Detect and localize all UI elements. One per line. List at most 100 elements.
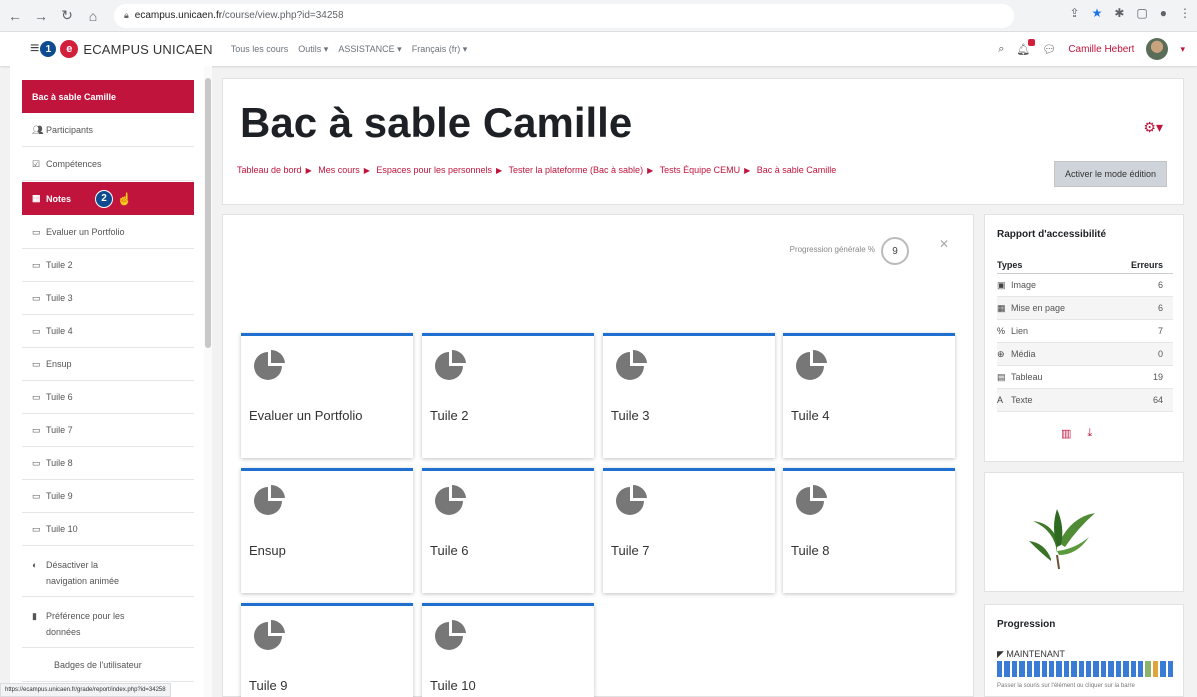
course-tile[interactable]: Tuile 2 bbox=[422, 333, 594, 458]
address-bar[interactable]: 🔒︎ ecampus.unicaen.fr/course/view.php?id… bbox=[114, 3, 1014, 28]
breadcrumb-link[interactable]: Bac à sable Camille bbox=[757, 165, 837, 175]
drawer-user-badges[interactable]: Badges de l'utilisateur bbox=[22, 649, 194, 682]
drawer-item-section[interactable]: ▭ Tuile 3 bbox=[22, 282, 194, 315]
table-row[interactable]: ▣ Image 6 bbox=[997, 273, 1173, 297]
browser-menu-icon[interactable]: ⋮ bbox=[1179, 6, 1191, 20]
menu-all-courses[interactable]: Tous les cours bbox=[231, 44, 289, 55]
progress-bar[interactable] bbox=[997, 661, 1174, 677]
forward-icon[interactable]: → bbox=[30, 8, 52, 24]
drawer-item-section[interactable]: ▭ Evaluer un Portfolio bbox=[22, 216, 194, 249]
extensions-icon[interactable]: ✱ bbox=[1114, 6, 1124, 20]
progress-segment[interactable] bbox=[1093, 661, 1099, 677]
download-icon[interactable]: ⤓ bbox=[1087, 427, 1092, 440]
site-name[interactable]: ECAMPUS UNICAEN bbox=[83, 42, 212, 57]
menu-language[interactable]: Français (fr) ▾ bbox=[412, 44, 468, 55]
breadcrumb-link[interactable]: Tester la plateforme (Bac à sable) bbox=[509, 165, 644, 175]
course-tile[interactable]: Tuile 6 bbox=[422, 468, 594, 593]
progress-segment[interactable] bbox=[1115, 661, 1122, 677]
breadcrumb-separator-icon: ▶ bbox=[647, 166, 654, 175]
folder-icon: ▭ bbox=[32, 259, 41, 270]
progress-segment[interactable] bbox=[1026, 661, 1033, 677]
drawer-item-notes[interactable]: ▦ Notes 2 ☝ bbox=[22, 182, 194, 215]
menu-assistance[interactable]: ASSISTANCE ▾ bbox=[338, 44, 401, 55]
drawer-item-competences[interactable]: ☑ Compétences bbox=[22, 148, 194, 181]
drawer-item-section[interactable]: ▭ Ensup bbox=[22, 348, 194, 381]
progress-segment[interactable] bbox=[1019, 661, 1025, 677]
progress-segment[interactable] bbox=[1145, 661, 1151, 677]
table-row[interactable]: ⊕ Média 0 bbox=[997, 342, 1173, 366]
bookmark-star-icon[interactable]: ★ bbox=[1092, 6, 1103, 20]
progress-segment[interactable] bbox=[1152, 661, 1159, 677]
menu-tools[interactable]: Outils ▾ bbox=[298, 44, 328, 55]
back-icon[interactable]: ← bbox=[4, 8, 26, 24]
drawer-scrollbar[interactable] bbox=[204, 66, 212, 697]
progress-segment[interactable] bbox=[1100, 661, 1107, 677]
drawer-item-section[interactable]: ▭ Tuile 10 bbox=[22, 513, 194, 546]
home-icon[interactable]: ⌂ bbox=[82, 8, 104, 24]
table-row[interactable]: A Texte 64 bbox=[997, 388, 1173, 412]
progress-segment[interactable] bbox=[1078, 661, 1085, 677]
progress-segment[interactable] bbox=[1034, 661, 1040, 677]
course-tile[interactable]: Tuile 7 bbox=[603, 468, 775, 593]
bar-chart-icon[interactable]: ▥ bbox=[1061, 427, 1071, 440]
sidepanel-icon[interactable]: ▢ bbox=[1136, 6, 1147, 20]
progress-segment[interactable] bbox=[1071, 661, 1077, 677]
table-row[interactable]: ▤ Tableau 19 bbox=[997, 365, 1173, 389]
breadcrumb-link[interactable]: Tableau de bord bbox=[237, 165, 302, 175]
progress-segment[interactable] bbox=[1130, 661, 1137, 677]
course-tile[interactable]: Tuile 8 bbox=[783, 468, 955, 593]
progress-segment[interactable] bbox=[1138, 661, 1144, 677]
drawer-course-home[interactable]: Bac à sable Camille bbox=[22, 80, 194, 113]
drawer-item-section[interactable]: ▭ Tuile 7 bbox=[22, 414, 194, 447]
course-tile[interactable]: Tuile 10 bbox=[422, 603, 594, 697]
progress-segment[interactable] bbox=[1063, 661, 1070, 677]
course-tile[interactable]: Tuile 3 bbox=[603, 333, 775, 458]
share-icon[interactable]: ⇪ bbox=[1070, 6, 1080, 20]
drawer-item-label: Préférence pour les données bbox=[46, 608, 125, 640]
user-name[interactable]: Camille Hebert bbox=[1068, 44, 1134, 55]
breadcrumb-link[interactable]: Tests Équipe CEMU bbox=[660, 165, 741, 175]
close-icon[interactable]: ✕ bbox=[939, 237, 949, 251]
course-tile[interactable]: Tuile 9 bbox=[241, 603, 413, 697]
drawer-item-section[interactable]: ▭ Tuile 4 bbox=[22, 315, 194, 348]
progress-segment[interactable] bbox=[1041, 661, 1047, 677]
table-row[interactable]: ▦ Mise en page 6 bbox=[997, 296, 1173, 320]
progress-segment[interactable] bbox=[1108, 661, 1114, 677]
progress-segment[interactable] bbox=[1048, 661, 1055, 677]
progress-segment[interactable] bbox=[1086, 661, 1092, 677]
progress-segment[interactable] bbox=[1167, 661, 1174, 677]
table-row[interactable]: % Lien 7 bbox=[997, 319, 1173, 343]
course-tile[interactable]: Tuile 4 bbox=[783, 333, 955, 458]
progress-segment[interactable] bbox=[1056, 661, 1062, 677]
progress-circle[interactable]: 9 bbox=[881, 237, 909, 265]
drawer-item-section[interactable]: ▭ Tuile 6 bbox=[22, 381, 194, 414]
edit-mode-button[interactable]: Activer le mode édition bbox=[1053, 161, 1167, 187]
messages-icon[interactable]: 💬︎ bbox=[1042, 43, 1056, 56]
progress-segment[interactable] bbox=[997, 661, 1003, 677]
breadcrumb-link[interactable]: Mes cours bbox=[318, 165, 360, 175]
mouse-cursor-icon: ☝ bbox=[117, 191, 132, 206]
progress-segment[interactable] bbox=[1004, 661, 1010, 677]
reload-icon[interactable]: ↻ bbox=[56, 7, 78, 24]
unicaen-logo-icon[interactable]: e bbox=[60, 40, 79, 58]
course-tile[interactable]: Evaluer un Portfolio bbox=[241, 333, 413, 458]
profile-icon[interactable]: ● bbox=[1160, 6, 1167, 20]
drawer-item-section[interactable]: ▭ Tuile 8 bbox=[22, 447, 194, 480]
drawer-item-section[interactable]: ▭ Tuile 2 bbox=[22, 249, 194, 282]
breadcrumb-link[interactable]: Espaces pour les personnels bbox=[376, 165, 492, 175]
drawer-toggle-animated-nav[interactable]: ◐ Désactiver la navigation animée bbox=[22, 547, 194, 597]
progress-segment[interactable] bbox=[1123, 661, 1129, 677]
hamburger-menu-icon[interactable]: ≡ bbox=[30, 40, 39, 58]
search-icon[interactable]: ⌕ bbox=[998, 43, 1004, 56]
course-tile[interactable]: Ensup bbox=[241, 468, 413, 593]
drawer-item-participants[interactable]: 👥︎ Participants bbox=[22, 114, 194, 147]
progress-segment[interactable] bbox=[1011, 661, 1018, 677]
drawer-scrollbar-thumb[interactable] bbox=[205, 78, 211, 348]
avatar[interactable] bbox=[1146, 38, 1169, 60]
drawer-data-preference[interactable]: ▮ Préférence pour les données bbox=[22, 598, 194, 648]
user-menu-chevron-icon[interactable]: ▾ bbox=[1180, 44, 1185, 55]
notifications-bell-icon[interactable]: 🔔︎ bbox=[1016, 38, 1036, 56]
drawer-item-section[interactable]: ▭ Tuile 9 bbox=[22, 480, 194, 513]
gear-icon[interactable]: ⚙▾ bbox=[1143, 119, 1163, 136]
progress-segment[interactable] bbox=[1160, 661, 1166, 677]
